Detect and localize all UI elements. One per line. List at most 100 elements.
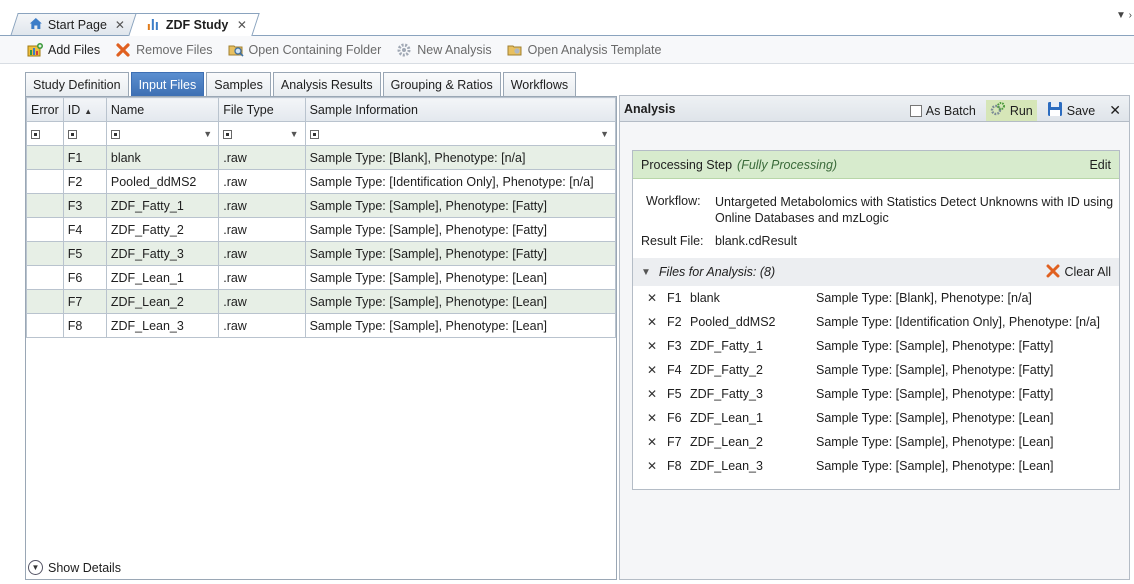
show-details-button[interactable]: ▼ Show Details (28, 560, 121, 575)
open-template-label: Open Analysis Template (527, 42, 662, 57)
new-analysis-label: New Analysis (417, 42, 492, 57)
clear-all-label: Clear All (1064, 265, 1111, 279)
collapse-triangle-icon[interactable]: ▼ (641, 267, 651, 278)
checkbox-icon (909, 104, 922, 117)
tab-input-files[interactable]: Input Files (130, 72, 205, 96)
sample-info-cell: Sample Type: [Sample], Phenotype: [Lean] (304, 289, 617, 314)
remove-file-icon[interactable]: ✕ (647, 435, 657, 449)
chevron-down-icon[interactable]: ▼ (600, 129, 609, 139)
file-type-cell: .raw (218, 145, 306, 170)
file-sample-info: Sample Type: [Blank], Phenotype: [n/a] (816, 291, 1032, 305)
list-item: ✕ F8 ZDF_Lean_3 Sample Type: [Sample], Phen… (633, 454, 1119, 478)
add-files-button[interactable]: Add Files (27, 42, 100, 58)
filter-icon (223, 129, 233, 139)
remove-file-icon[interactable]: ✕ (647, 339, 657, 353)
list-item: ✕ F1 blank Sample Type: [Blank], Phenotype:… (633, 286, 1119, 310)
file-type-cell: .raw (218, 217, 306, 242)
workflow-label: Workflow: (646, 194, 701, 208)
column-header-error[interactable]: Error (26, 97, 64, 122)
file-sample-info: Sample Type: [Sample], Phenotype: [Fatty… (816, 363, 1054, 377)
error-cell (26, 145, 64, 170)
remove-file-icon[interactable]: ✕ (647, 363, 657, 377)
run-button[interactable]: Run (985, 100, 1037, 121)
tab-zdf-study[interactable]: ZDF Study ✕ (128, 13, 260, 36)
remove-file-icon[interactable]: ✕ (647, 291, 657, 305)
open-analysis-template-button[interactable]: Open Analysis Template (507, 42, 662, 58)
list-item: ✕ F5 ZDF_Fatty_3 Sample Type: [Sample], Phe… (633, 382, 1119, 406)
study-tab-bar: Study Definition Input Files Samples Ana… (25, 72, 577, 97)
files-for-analysis-label: Files for Analysis: (8) (658, 265, 776, 279)
list-item: ✕ F3 ZDF_Fatty_1 Sample Type: [Sample], Phe… (633, 334, 1119, 358)
new-analysis-button[interactable]: New Analysis (396, 42, 492, 58)
close-icon[interactable]: ✕ (236, 18, 246, 32)
column-header-name[interactable]: Name (105, 97, 220, 122)
list-item: ✕ F7 ZDF_Lean_2 Sample Type: [Sample], Phen… (633, 430, 1119, 454)
remove-icon (115, 42, 131, 58)
table-row[interactable]: F7 ZDF_Lean_2 .raw Sample Type: [Sample], P… (26, 289, 617, 314)
sample-info-cell: Sample Type: [Sample], Phenotype: [Lean] (304, 313, 617, 338)
table-row[interactable]: F5 ZDF_Fatty_3 .raw Sample Type: [Sample], … (26, 241, 617, 266)
edit-link[interactable]: Edit (1089, 158, 1111, 172)
remove-file-icon[interactable]: ✕ (647, 411, 657, 425)
remove-file-icon[interactable]: ✕ (647, 387, 657, 401)
tab-workflows[interactable]: Workflows (502, 72, 577, 96)
error-cell (26, 169, 64, 194)
filter-icon (110, 129, 120, 139)
column-header-file-type[interactable]: File Type (218, 97, 306, 122)
expand-circle-icon: ▼ (28, 560, 43, 575)
table-row[interactable]: F1 blank .raw Sample Type: [Blank], Phenoty… (26, 145, 617, 170)
table-row[interactable]: F8 ZDF_Lean_3 .raw Sample Type: [Sample], P… (26, 313, 617, 338)
error-cell (26, 193, 64, 218)
close-icon[interactable]: ✕ (115, 18, 125, 32)
tab-grouping-ratios[interactable]: Grouping & Ratios (382, 72, 501, 96)
column-header-id[interactable]: ID ▲ (62, 97, 107, 122)
tab-label: Start Page (47, 18, 107, 32)
error-cell (26, 313, 64, 338)
filter-cell[interactable]: ▼ (218, 121, 306, 146)
file-id: F8 (667, 459, 682, 473)
filter-cell[interactable]: ▼ (105, 121, 220, 146)
tab-overflow-icon[interactable]: ▼ › (1116, 10, 1132, 21)
table-row[interactable]: F2 Pooled_ddMS2 .raw Sample Type: [Identifi… (26, 169, 617, 194)
filter-icon (309, 129, 319, 139)
name-cell: ZDF_Lean_3 (105, 313, 220, 338)
file-id: F2 (667, 315, 682, 329)
file-type-cell: .raw (218, 265, 306, 290)
remove-file-icon[interactable]: ✕ (647, 459, 657, 473)
open-containing-folder-button[interactable]: Open Containing Folder (228, 42, 381, 58)
id-cell: F4 (62, 217, 107, 242)
clear-all-button[interactable]: Clear All (1046, 264, 1111, 281)
tab-study-definition[interactable]: Study Definition (25, 72, 129, 96)
chevron-down-icon[interactable]: ▼ (203, 129, 212, 139)
tab-analysis-results[interactable]: Analysis Results (272, 72, 381, 96)
close-icon[interactable]: ✕ (1109, 102, 1121, 119)
file-name: ZDF_Fatty_1 (690, 339, 763, 353)
folder-search-icon (228, 42, 244, 58)
tab-samples[interactable]: Samples (206, 72, 271, 96)
error-cell (26, 265, 64, 290)
column-header-sample-information[interactable]: Sample Information (304, 97, 617, 122)
id-cell: F7 (62, 289, 107, 314)
filter-cell[interactable]: ▼ (304, 121, 617, 146)
table-row[interactable]: F6 ZDF_Lean_1 .raw Sample Type: [Sample], P… (26, 265, 617, 290)
file-name: blank (690, 291, 720, 305)
table-row[interactable]: F4 ZDF_Fatty_2 .raw Sample Type: [Sample], … (26, 217, 617, 242)
header-label: File Type (223, 102, 274, 117)
filter-cell[interactable] (26, 121, 64, 146)
list-item: ✕ F2 Pooled_ddMS2 Sample Type: [Identificat… (633, 310, 1119, 334)
chevron-down-icon[interactable]: ▼ (290, 129, 299, 139)
save-button[interactable]: Save (1047, 101, 1096, 120)
filter-cell[interactable] (62, 121, 107, 146)
filter-icon (31, 129, 40, 139)
save-label: Save (1066, 103, 1096, 118)
sample-info-cell: Sample Type: [Sample], Phenotype: [Fatty… (304, 193, 617, 218)
files-for-analysis-header[interactable]: ▼ Files for Analysis: (8) Clear All (633, 258, 1119, 286)
table-row[interactable]: F3 ZDF_Fatty_1 .raw Sample Type: [Sample], … (26, 193, 617, 218)
remove-file-icon[interactable]: ✕ (647, 315, 657, 329)
remove-files-button[interactable]: Remove Files (115, 42, 213, 58)
tab-start-page[interactable]: Start Page ✕ (10, 13, 138, 36)
as-batch-checkbox[interactable]: As Batch (909, 104, 976, 118)
home-icon (29, 17, 43, 33)
result-file-field[interactable]: blank.cdResult (711, 231, 1109, 252)
list-item: ✕ F4 ZDF_Fatty_2 Sample Type: [Sample], Phe… (633, 358, 1119, 382)
